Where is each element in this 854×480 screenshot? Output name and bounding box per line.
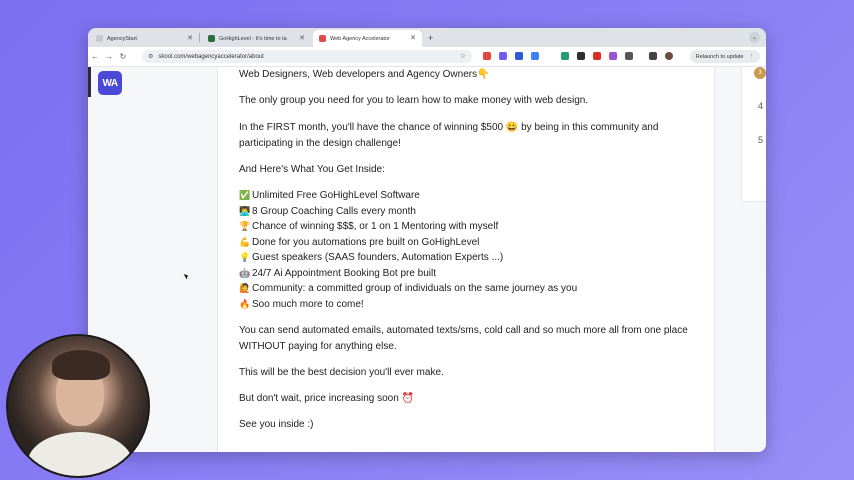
skool-favicon-icon [319, 35, 326, 42]
paragraph: See you inside :) [239, 419, 314, 430]
extension-icon[interactable] [561, 52, 569, 60]
extensions-row [483, 52, 681, 60]
list-item: 🏆 Chance of winning $$$, or 1 on 1 Mentor… [239, 219, 498, 235]
relaunch-button[interactable]: Relaunch to update ⋮ [689, 50, 760, 63]
browser-toolbar: ← → ↻ ⚙ skool.com/webagencyaccelerator/a… [88, 47, 766, 67]
tab-search-chevron-icon[interactable]: ⌄ [749, 32, 760, 43]
tab-web-agency-accelerator[interactable]: Web Agency Accelerator ✕ [313, 30, 422, 47]
list-item: 💡 Guest speakers (SAAS founders, Automati… [239, 250, 503, 266]
page-viewport: WA Web Designers, Web developers and Age… [88, 67, 766, 452]
paragraph: This will be the best decision you'll ev… [239, 367, 444, 378]
extension-icon[interactable] [609, 52, 617, 60]
checkmark-icon: ✅ [239, 190, 251, 200]
extension-icon[interactable] [577, 52, 585, 60]
tab-title: AgencyStart [107, 35, 137, 42]
tab-agencystart[interactable]: AgencyStart ✕ [90, 30, 199, 47]
paragraph: The only group you need for you to learn… [239, 95, 589, 106]
rank-number: 4 [758, 101, 764, 111]
site-info-icon[interactable]: ⚙ [148, 53, 153, 60]
paragraph: In the FIRST month, you'll have the chan… [239, 122, 659, 149]
active-group-indicator [88, 67, 91, 97]
rank-number: 5 [758, 135, 764, 145]
paragraph: And Here's What You Get Inside: [239, 164, 385, 175]
paragraph: But don't wait, price increasing soon ⏰ [239, 393, 415, 404]
tab-title: Web Agency Accelerator [330, 35, 390, 42]
kebab-menu-icon[interactable]: ⋮ [749, 54, 755, 60]
about-card: Web Designers, Web developers and Agency… [217, 67, 715, 452]
list-item: 🙋 Community: a committed group of individ… [239, 281, 577, 297]
reload-icon[interactable]: ↻ [116, 52, 130, 61]
address-bar[interactable]: ⚙ skool.com/webagencyaccelerator/about ☆ [142, 50, 472, 63]
relaunch-label: Relaunch to update [695, 53, 744, 60]
rank-badge: 3 [754, 67, 766, 79]
flexed-bicep-icon: 💪 [239, 236, 251, 247]
fire-icon: 🔥 [239, 298, 251, 309]
close-icon[interactable]: ✕ [410, 34, 416, 42]
tab-divider [199, 33, 200, 42]
technologist-icon: 👨‍💻 [239, 205, 251, 216]
trophy-icon: 🏆 [239, 221, 251, 231]
extension-icon[interactable] [531, 52, 539, 60]
avatar[interactable] [665, 52, 673, 60]
tab-strip: AgencyStart ✕ GoHighLevel - It's time to… [88, 28, 766, 47]
webcam-overlay [6, 334, 150, 478]
forward-arrow-icon[interactable]: → [102, 52, 116, 61]
gohighlevel-favicon-icon [208, 35, 215, 42]
browser-window: AgencyStart ✕ GoHighLevel - It's time to… [88, 28, 766, 452]
puzzle-icon[interactable] [625, 52, 633, 60]
list-item: 🤖 24/7 Ai Appointment Booking Bot pre bui… [239, 266, 436, 282]
extension-icon[interactable] [483, 52, 491, 60]
presenter-hair [52, 350, 110, 380]
sidepanel-icon[interactable] [649, 52, 657, 60]
extension-icon[interactable] [499, 52, 507, 60]
raising-hand-icon: 🙋 [239, 283, 251, 293]
presenter-shirt [28, 432, 132, 476]
paragraph: You can send automated emails, automated… [239, 325, 688, 352]
intro-text: Web Designers, Web developers and Agency… [239, 69, 490, 80]
close-icon[interactable]: ✕ [187, 34, 193, 42]
list-item: 💪 Done for you automations pre built on G… [239, 235, 479, 251]
leaderboard-card: 3 4 5 [741, 67, 766, 202]
tab-gohighlevel[interactable]: GoHighLevel - It's time to ta ✕ [202, 30, 311, 47]
tab-title: GoHighLevel - It's time to ta [219, 35, 287, 42]
extension-icon[interactable] [593, 52, 601, 60]
mouse-cursor-icon [183, 272, 190, 280]
list-item: ✅ Unlimited Free GoHighLevel Software [239, 188, 420, 204]
robot-icon: 🤖 [239, 267, 251, 278]
url-text: skool.com/webagencyaccelerator/about [158, 53, 264, 60]
back-arrow-icon[interactable]: ← [88, 52, 102, 61]
close-icon[interactable]: ✕ [299, 34, 305, 42]
bookmark-star-icon[interactable]: ☆ [460, 52, 466, 60]
list-item: 👨‍💻 8 Group Coaching Calls every month [239, 204, 416, 220]
extension-icon[interactable] [515, 52, 523, 60]
agencystart-favicon-icon [96, 35, 103, 42]
lightbulb-icon: 💡 [239, 252, 251, 262]
list-item: 🔥 Soo much more to come! [239, 297, 364, 313]
group-logo[interactable]: WA [98, 71, 122, 95]
new-tab-plus-icon[interactable]: + [428, 33, 433, 43]
